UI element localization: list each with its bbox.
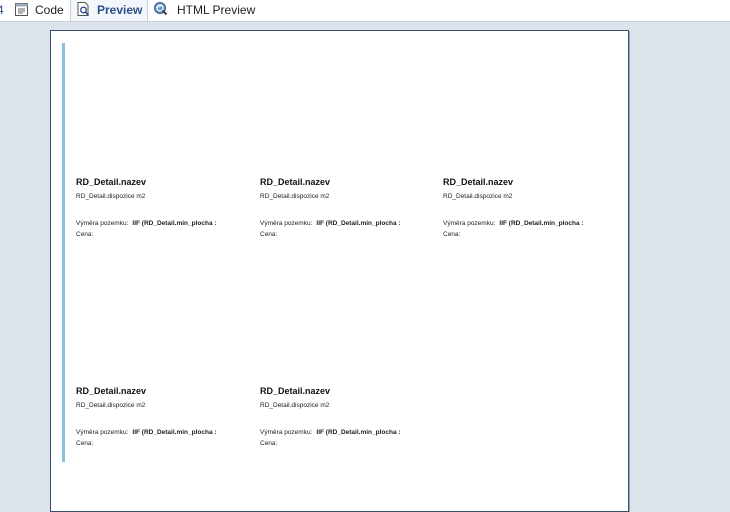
tab-html-preview-label: HTML Preview <box>177 3 256 17</box>
card-title: RD_Detail.nazev <box>260 177 331 187</box>
truncated-tab-glyph: 4 <box>0 3 4 17</box>
vymera-expression: IIF (RD_Detail.min_plocha : <box>132 429 217 436</box>
card-cena: Cena: <box>443 231 461 238</box>
vymera-label: Výměra pozemku: <box>443 220 496 227</box>
html-preview-icon <box>153 1 169 20</box>
tab-preview-label: Preview <box>97 3 143 17</box>
vymera-expression: IIF (RD_Detail.min_plocha : <box>316 220 401 227</box>
tab-code-label: Code <box>35 3 64 17</box>
vymera-expression: IIF (RD_Detail.min_plocha : <box>316 429 401 436</box>
card-title: RD_Detail.nazev <box>76 386 147 396</box>
card-title: RD_Detail.nazev <box>260 386 331 396</box>
tab-preview[interactable]: Preview <box>70 0 148 21</box>
card-title: RD_Detail.nazev <box>443 177 514 187</box>
vymera-label: Výměra pozemku: <box>260 429 313 436</box>
tab-code[interactable]: Code <box>14 0 70 21</box>
card-cena: Cena: <box>260 440 278 447</box>
house-card: RD_Detail.nazev RD_Detail.dispozice m2 V… <box>443 177 618 257</box>
card-vymera: Výměra pozemku: IIF (RD_Detail.min_plocha… <box>443 220 584 227</box>
house-card: RD_Detail.nazev RD_Detail.dispozice m2 V… <box>260 386 435 466</box>
card-dispozice: RD_Detail.dispozice m2 <box>443 193 513 200</box>
card-vymera: Výměra pozemku: IIF (RD_Detail.min_plocha… <box>260 220 401 227</box>
card-cena: Cena: <box>76 440 94 447</box>
card-dispozice: RD_Detail.dispozice m2 <box>260 402 330 409</box>
card-dispozice: RD_Detail.dispozice m2 <box>76 402 146 409</box>
tab-html-preview[interactable]: HTML Preview <box>153 0 263 21</box>
preview-canvas[interactable]: RD_Detail.nazev RD_Detail.dispozice m2 V… <box>0 22 730 512</box>
vymera-expression: IIF (RD_Detail.min_plocha : <box>132 220 217 227</box>
card-cena: Cena: <box>76 231 94 238</box>
view-tab-bar: 4 Code Preview HTML Preview <box>0 0 730 22</box>
card-vymera: Výměra pozemku: IIF (RD_Detail.min_plocha… <box>76 220 217 227</box>
card-title: RD_Detail.nazev <box>76 177 147 187</box>
report-page: RD_Detail.nazev RD_Detail.dispozice m2 V… <box>50 30 629 512</box>
preview-icon <box>76 1 92 20</box>
vymera-expression: IIF (RD_Detail.min_plocha : <box>499 220 584 227</box>
card-dispozice: RD_Detail.dispozice m2 <box>260 193 330 200</box>
card-vymera: Výměra pozemku: IIF (RD_Detail.min_plocha… <box>76 429 217 436</box>
code-file-icon <box>14 2 29 20</box>
band-indicator-rule <box>62 43 65 462</box>
vymera-label: Výměra pozemku: <box>76 220 129 227</box>
vymera-label: Výměra pozemku: <box>76 429 129 436</box>
house-card: RD_Detail.nazev RD_Detail.dispozice m2 V… <box>76 177 251 257</box>
card-vymera: Výměra pozemku: IIF (RD_Detail.min_plocha… <box>260 429 401 436</box>
house-card: RD_Detail.nazev RD_Detail.dispozice m2 V… <box>260 177 435 257</box>
house-card: RD_Detail.nazev RD_Detail.dispozice m2 V… <box>76 386 251 466</box>
card-cena: Cena: <box>260 231 278 238</box>
vymera-label: Výměra pozemku: <box>260 220 313 227</box>
card-dispozice: RD_Detail.dispozice m2 <box>76 193 146 200</box>
